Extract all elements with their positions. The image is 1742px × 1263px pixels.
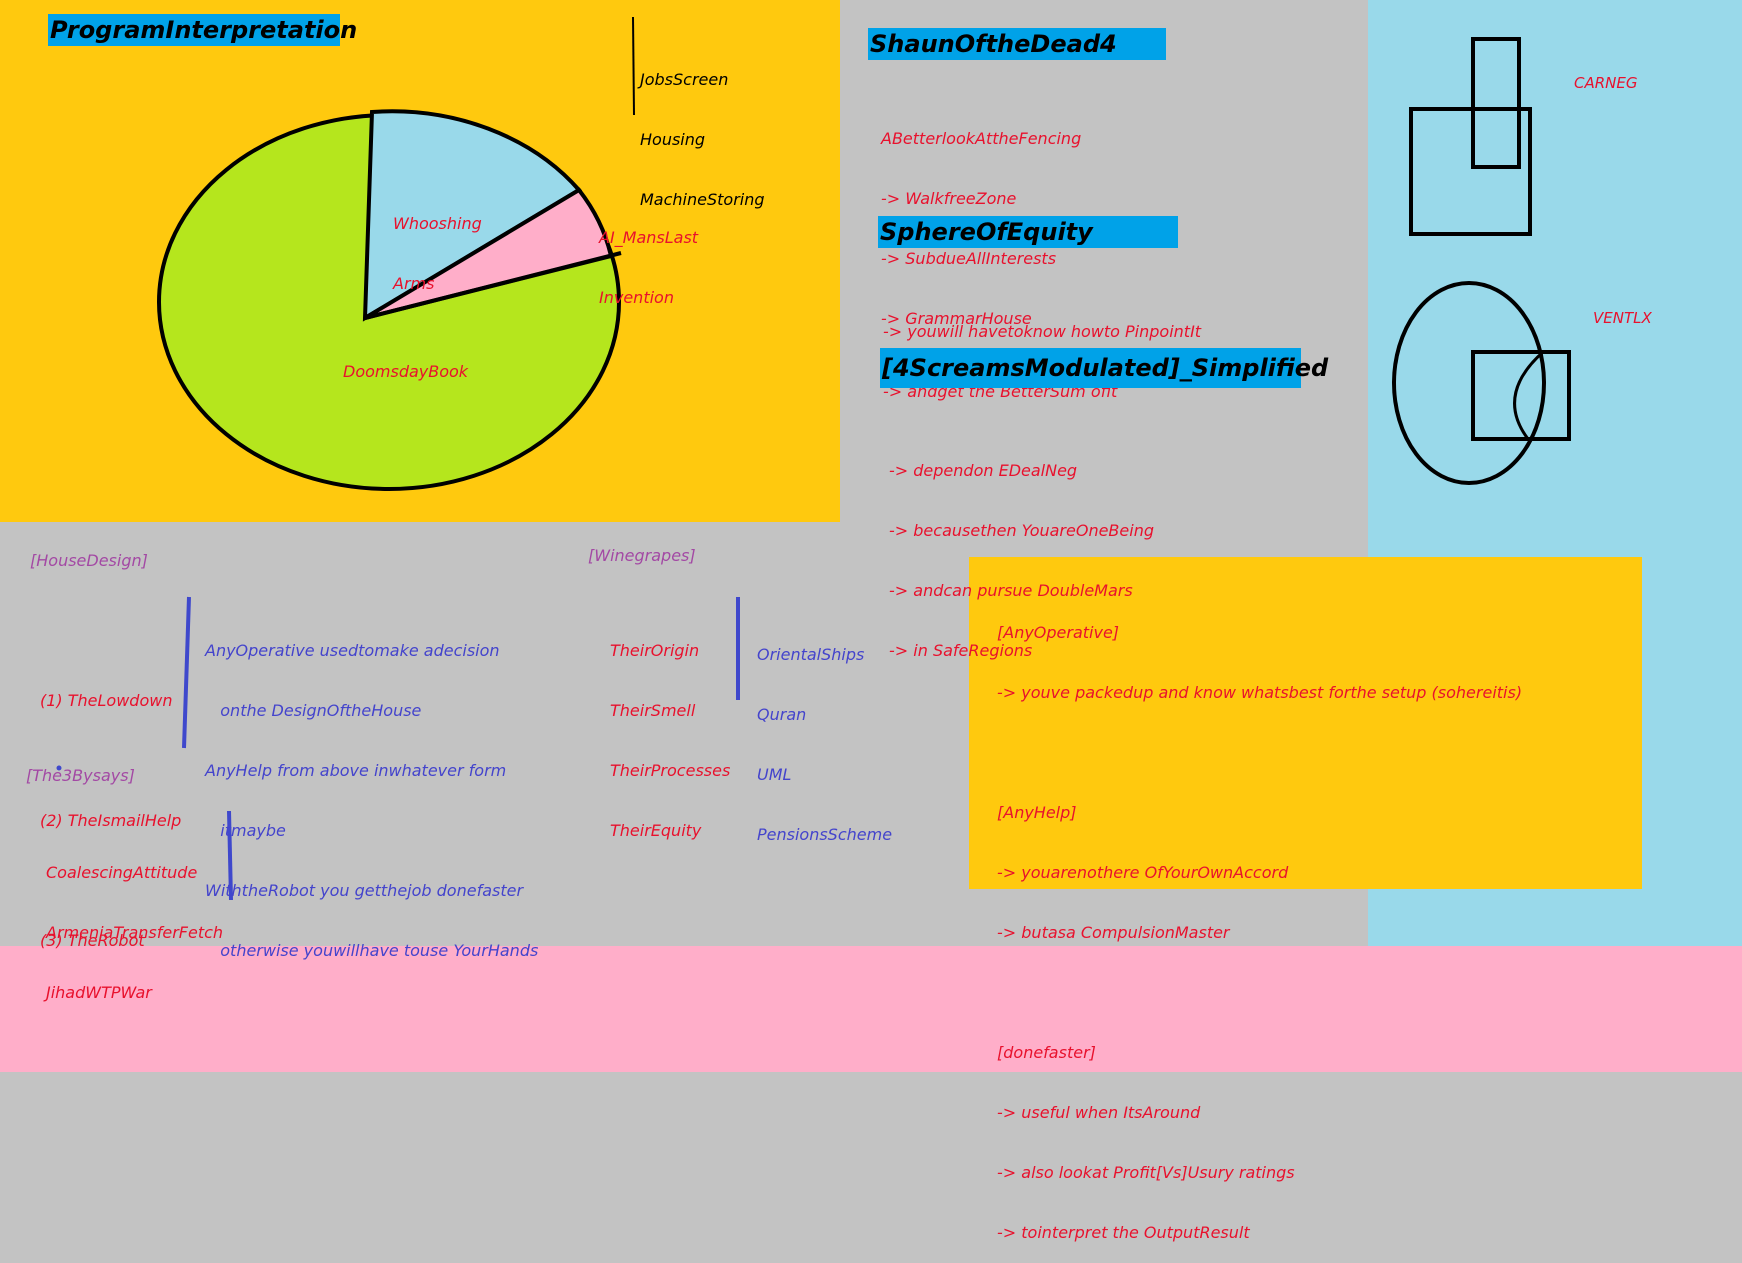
- notes-box-text: [AnyOperative] -> youve packedup and kno…: [997, 583, 1522, 1263]
- notes-spacer: [997, 743, 1522, 763]
- carneg-large-square: [1409, 107, 1532, 236]
- winegrapes-right-item: Quran: [757, 705, 807, 724]
- sphere-line: -> youwill havetoknow howto PinpointIt: [883, 322, 1202, 341]
- pie-label-line: Invention: [599, 288, 674, 307]
- ventlx-label: VENTLX: [1593, 309, 1652, 327]
- notes-section-tag: [AnyOperative]: [997, 623, 1120, 642]
- pie-label-line: AI_MansLast: [599, 228, 699, 247]
- house-design-note: AnyHelp from above inwhatever form: [205, 761, 507, 780]
- house-design-tag: [HouseDesign]: [30, 551, 148, 570]
- shaun-line: -> SubdueAllInterests: [881, 249, 1057, 268]
- screams-title: [4ScreamsModulated]_Simplified: [880, 348, 1328, 388]
- screams-line: -> dependon EDealNeg: [889, 461, 1078, 480]
- shaun-title: ShaunOftheDead4: [868, 28, 1166, 60]
- notes-line: -> useful when ItsAround: [997, 1103, 1201, 1122]
- three-bys-item: ArmeniaTransferFetch: [46, 923, 224, 942]
- notes-section-tag: [AnyHelp]: [997, 803, 1077, 822]
- pie-label-line: Arms: [393, 274, 435, 293]
- pie-label-line: Whooshing: [393, 214, 482, 233]
- house-design-notes: AnyOperative usedtomake adecision onthe …: [205, 601, 538, 981]
- three-bys-item: JihadWTPWar: [46, 983, 152, 1002]
- pie-label-ai: AI_MansLast Invention: [599, 188, 698, 328]
- top-list-item: JobsScreen: [640, 70, 729, 89]
- pie-label-whooshing: Whooshing Arms: [393, 174, 482, 314]
- sphere-title: SphereOfEquity: [878, 216, 1178, 248]
- three-bys-tag: [The3Bysays]: [26, 766, 135, 785]
- house-design-separator: [182, 596, 191, 749]
- three-bys-list: CoalescingAttitude ArmeniaTransferFetch …: [46, 823, 223, 1023]
- notes-line: -> also lookat Profit[Vs]Usury ratings: [997, 1163, 1295, 1182]
- program-interpretation-title: ProgramInterpretation: [48, 14, 358, 46]
- winegrapes-left-item: TheirProcesses: [610, 761, 731, 780]
- notes-line: -> youve packedup and know whatsbest for…: [997, 683, 1523, 702]
- notes-line: -> youarenothere OfYourOwnAccord: [997, 863, 1289, 882]
- winegrapes-right-list: OrientalShips Quran UML PensionsScheme: [757, 605, 892, 865]
- winegrapes-right-item: OrientalShips: [757, 645, 865, 664]
- house-design-note: WiththeRobot you getthejob donefaster: [205, 881, 524, 900]
- carneg-tall-rectangle: [1471, 37, 1521, 169]
- winegrapes-right-item: UML: [757, 765, 792, 784]
- notes-line: -> butasa CompulsionMaster: [997, 923, 1230, 942]
- pie-label-doomsday: DoomsdayBook: [343, 362, 469, 381]
- winegrapes-tag: [Winegrapes]: [588, 546, 696, 565]
- carneg-label: CARNEG: [1574, 74, 1638, 92]
- winegrapes-right-item: PensionsScheme: [757, 825, 893, 844]
- winegrapes-left-item: TheirOrigin: [610, 641, 700, 660]
- house-design-note: onthe DesignOftheHouse: [205, 701, 422, 720]
- notes-spacer: [997, 983, 1522, 1003]
- house-design-item: (1) TheLowdown: [40, 691, 173, 710]
- ventlx-ellipse: [1392, 281, 1546, 485]
- three-bys-item: CoalescingAttitude: [46, 863, 198, 882]
- notes-line: -> tointerpret the OutputResult: [997, 1223, 1250, 1242]
- notes-section-tag: [donefaster]: [997, 1043, 1096, 1062]
- shaun-line: ABetterlookAttheFencing: [881, 129, 1082, 148]
- winegrapes-left-list: TheirOrigin TheirSmell TheirProcesses Th…: [610, 601, 730, 861]
- winegrapes-left-item: TheirEquity: [610, 821, 702, 840]
- house-design-note: otherwise youwillhave touse YourHands: [205, 941, 539, 960]
- top-list-item: Housing: [640, 130, 706, 149]
- house-design-note: AnyOperative usedtomake adecision: [205, 641, 500, 660]
- top-list-bar: [632, 16, 635, 116]
- screams-line: -> becausethen YouareOneBeing: [889, 521, 1154, 540]
- winegrapes-left-item: TheirSmell: [610, 701, 696, 720]
- house-design-note: itmaybe: [205, 821, 286, 840]
- shaun-line: -> WalkfreeZone: [881, 189, 1017, 208]
